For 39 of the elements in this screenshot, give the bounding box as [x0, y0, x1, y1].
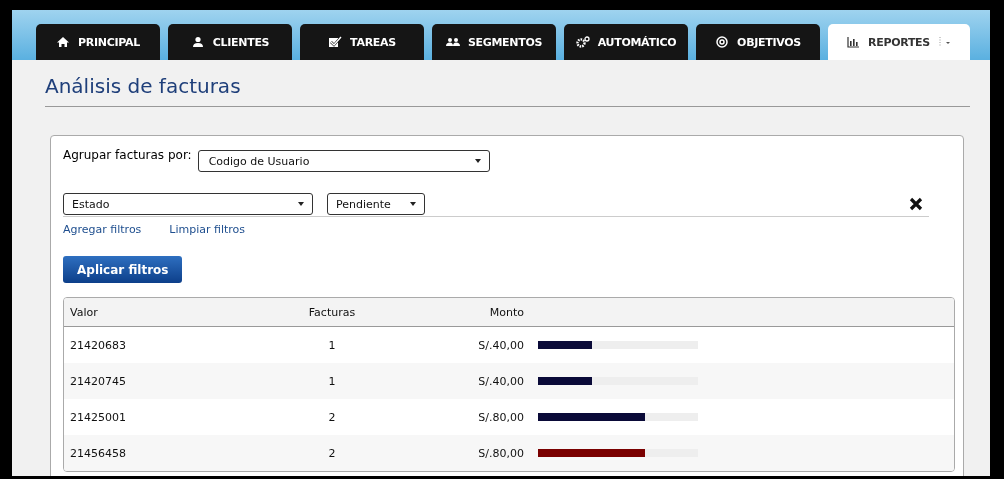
page-title: Análisis de facturas: [45, 74, 970, 107]
group-by-label: Agrupar facturas por:: [63, 147, 192, 162]
column-header: Facturas: [307, 305, 357, 319]
filter-field-select[interactable]: Estado: [63, 193, 313, 215]
table-cell-text: 21420745: [69, 374, 127, 388]
nav-tab[interactable]: OBJETIVOS: [696, 24, 820, 60]
column-header: Monto: [488, 305, 525, 319]
table-cell-text: S/.40,00: [477, 374, 525, 388]
people-icon: [445, 36, 460, 48]
column-header: Valor: [69, 305, 99, 319]
nav-tab[interactable]: AUTOMÁTICO: [564, 24, 688, 60]
table-cell-text: 21425001: [69, 410, 127, 424]
table-cell-text: S/.40,00: [477, 338, 525, 352]
filter-value-select[interactable]: Pendiente: [327, 193, 425, 215]
filter-link[interactable]: Limpiar filtros: [169, 223, 246, 236]
nav-tab[interactable]: REPORTES: [828, 24, 970, 60]
target-icon: [715, 36, 730, 48]
person-icon: [190, 36, 205, 48]
table-cell-text: 2: [327, 410, 337, 424]
table-cell-text: 21420683: [69, 338, 127, 352]
nav-tab[interactable]: TAREAS: [300, 24, 424, 60]
caret-icon: [937, 36, 952, 48]
table-cell-text: 21456458: [69, 446, 127, 460]
group-by-select[interactable]: Codigo de Usuario: [197, 150, 490, 172]
filter-link[interactable]: Agregar filtros: [63, 223, 142, 236]
close-icon[interactable]: [909, 197, 923, 211]
checkbox-icon: [328, 36, 343, 48]
table-cell-text: 1: [327, 374, 337, 388]
nav-tab[interactable]: CLIENTES: [168, 24, 292, 60]
apply-filters-button[interactable]: Aplicar filtros: [63, 256, 183, 283]
bar-chart-icon: [846, 36, 861, 48]
table-cell-text: 2: [327, 446, 337, 460]
nav-tab[interactable]: SEGMENTOS: [432, 24, 556, 60]
table-cell-text: S/.80,00: [477, 446, 525, 460]
gears-icon: [575, 36, 590, 48]
nav-tab[interactable]: PRINCIPAL: [36, 24, 160, 60]
table-cell-text: S/.80,00: [477, 410, 525, 424]
table-cell-text: 1: [327, 338, 337, 352]
home-icon: [56, 36, 71, 48]
